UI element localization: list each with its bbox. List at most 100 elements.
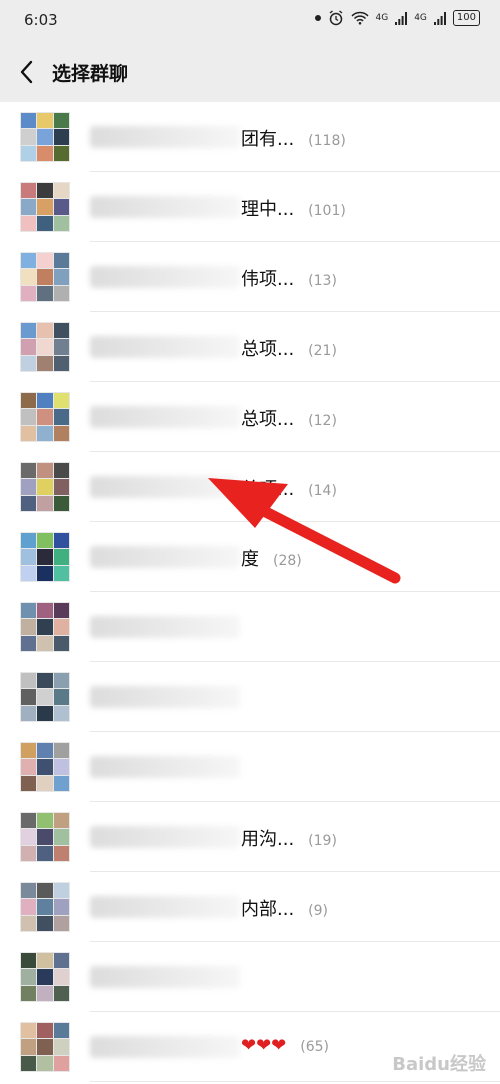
member-count: (101) xyxy=(308,203,346,219)
avatar-tile xyxy=(37,183,53,199)
member-count: (12) xyxy=(308,413,337,429)
blurred-group-name xyxy=(90,966,240,988)
avatar-tile xyxy=(53,113,69,129)
avatar-tile xyxy=(53,285,69,301)
avatar-tile xyxy=(53,565,69,581)
avatar-tile xyxy=(37,425,53,441)
avatar-tile xyxy=(53,635,69,651)
avatar-tile xyxy=(37,775,53,791)
avatar-tile xyxy=(37,463,53,479)
group-list-item[interactable] xyxy=(0,942,500,1012)
member-count: (13) xyxy=(308,273,337,289)
avatar-tile xyxy=(53,355,69,371)
blurred-group-name xyxy=(90,266,240,288)
watermark: Baidu经验 xyxy=(392,1054,486,1075)
member-count: (65) xyxy=(300,1039,329,1055)
avatar-tile xyxy=(21,393,37,409)
avatar-tile xyxy=(21,533,37,549)
group-list-item[interactable]: 团有... (118) xyxy=(0,102,500,172)
member-count: (21) xyxy=(308,343,337,359)
status-bar: 6:03 4G 4G 100 xyxy=(0,0,500,42)
avatar-tile xyxy=(53,323,69,339)
avatar-tile xyxy=(53,883,69,899)
avatar-tile xyxy=(21,743,37,759)
avatar-tile xyxy=(53,743,69,759)
group-name-text: 理中... xyxy=(241,199,295,220)
group-avatar xyxy=(20,182,70,232)
title-bar: 选择群聊 xyxy=(0,42,500,102)
blurred-group-name xyxy=(90,406,240,428)
signal-1-label: 4G xyxy=(375,13,389,23)
group-list-item[interactable]: 内部... (9) xyxy=(0,872,500,942)
group-list-item[interactable] xyxy=(0,592,500,662)
avatar-tile xyxy=(37,705,53,721)
blurred-group-name xyxy=(90,686,240,708)
group-avatar xyxy=(20,812,70,862)
group-name-text: 团有... xyxy=(241,129,295,150)
avatar-tile xyxy=(53,813,69,829)
avatar-tile xyxy=(21,705,37,721)
group-avatar xyxy=(20,532,70,582)
avatar-tile xyxy=(53,145,69,161)
group-list-item[interactable]: 总项... (12) xyxy=(0,382,500,452)
avatar-tile xyxy=(21,673,37,689)
avatar-tile xyxy=(37,635,53,651)
avatar-tile xyxy=(21,215,37,231)
avatar-tile xyxy=(37,323,53,339)
signal-2-icon xyxy=(433,12,446,25)
avatar-tile xyxy=(37,845,53,861)
alarm-icon xyxy=(329,10,342,26)
avatar-tile xyxy=(37,145,53,161)
avatar-tile xyxy=(37,915,53,931)
avatar-tile xyxy=(37,689,53,705)
avatar-tile xyxy=(21,199,37,215)
avatar-tile xyxy=(21,495,37,511)
group-avatar xyxy=(20,672,70,722)
avatar-tile xyxy=(53,1055,69,1071)
group-name-text: 总项... xyxy=(241,409,295,430)
avatar-tile xyxy=(37,985,53,1001)
avatar-tile xyxy=(53,689,69,705)
avatar-tile xyxy=(37,355,53,371)
member-count: (118) xyxy=(308,133,346,149)
group-list-item[interactable]: 用沟... (19) xyxy=(0,802,500,872)
avatar-tile xyxy=(21,953,37,969)
signal-2-label: 4G xyxy=(414,13,427,23)
group-name: 理中... (101) xyxy=(241,195,346,221)
avatar-tile xyxy=(53,619,69,635)
avatar-tile xyxy=(53,339,69,355)
group-list-item[interactable]: 伟项... (13) xyxy=(0,242,500,312)
group-list-item[interactable]: 总项... (21) xyxy=(0,312,500,382)
avatar-tile xyxy=(37,1023,53,1039)
avatar-tile xyxy=(21,113,37,129)
group-list-item[interactable] xyxy=(0,662,500,732)
blurred-group-name xyxy=(90,336,240,358)
avatar-tile xyxy=(21,829,37,845)
group-list-item[interactable] xyxy=(0,732,500,802)
avatar-tile xyxy=(21,759,37,775)
avatar-tile xyxy=(37,549,53,565)
chevron-left-icon[interactable] xyxy=(16,59,40,85)
avatar-tile xyxy=(53,1039,69,1055)
avatar-tile xyxy=(21,985,37,1001)
group-avatar xyxy=(20,1022,70,1072)
group-name: 总项... (21) xyxy=(241,335,337,361)
group-name: 伟项... (13) xyxy=(241,265,337,291)
avatar-tile xyxy=(21,619,37,635)
avatar-tile xyxy=(21,323,37,339)
avatar-tile xyxy=(53,899,69,915)
avatar-tile xyxy=(37,533,53,549)
avatar-tile xyxy=(37,199,53,215)
blurred-group-name xyxy=(90,196,240,218)
group-avatar xyxy=(20,322,70,372)
blurred-group-name xyxy=(90,126,240,148)
avatar-tile xyxy=(37,883,53,899)
group-name-text: 内部... xyxy=(241,899,295,920)
avatar-tile xyxy=(37,673,53,689)
avatar-tile xyxy=(53,829,69,845)
avatar-tile xyxy=(53,533,69,549)
avatar-tile xyxy=(37,969,53,985)
avatar-tile xyxy=(53,759,69,775)
group-name xyxy=(241,965,255,986)
group-list-item[interactable]: 理中... (101) xyxy=(0,172,500,242)
